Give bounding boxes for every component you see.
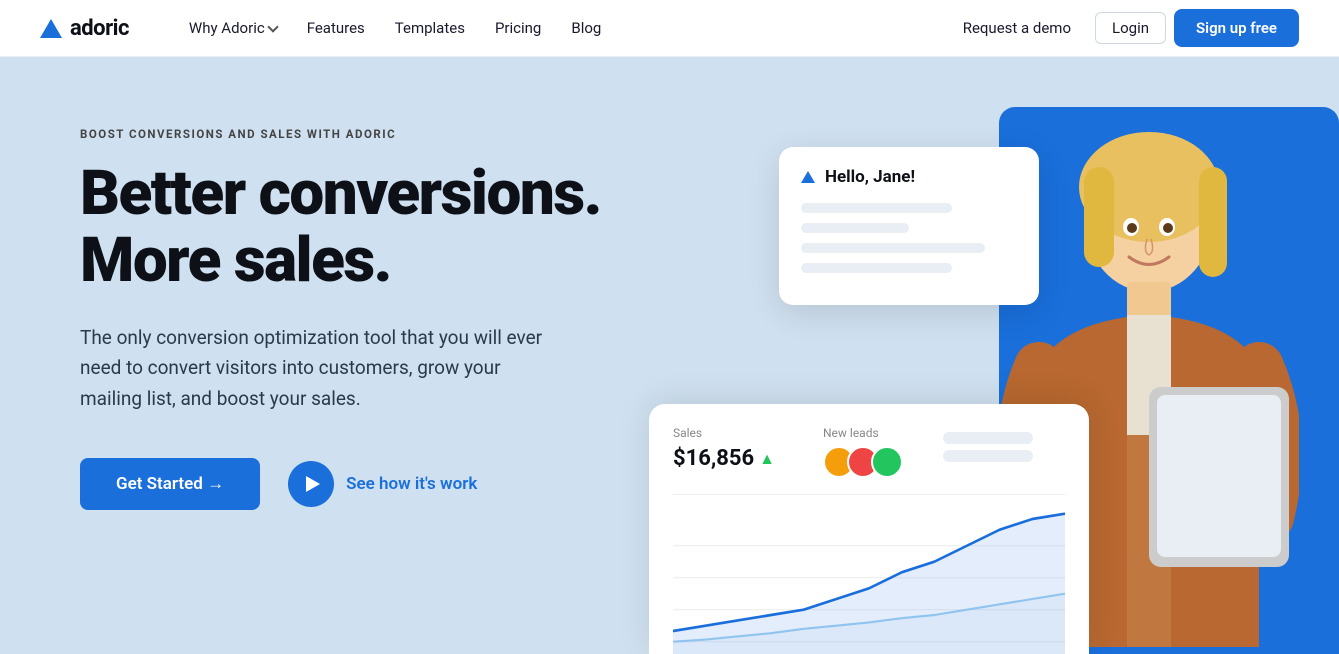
- card-hello-header: Hello, Jane!: [801, 167, 1017, 187]
- nav-links: Why Adoric Features Templates Pricing Bl…: [177, 13, 915, 43]
- new-leads-stat: New leads: [823, 426, 895, 478]
- hello-card: Hello, Jane!: [779, 147, 1039, 305]
- nav-item-why-adoric[interactable]: Why Adoric: [177, 13, 289, 43]
- sales-value: $16,856 ▲: [673, 446, 775, 471]
- line-chart: [673, 503, 1065, 654]
- stat-bar-2: [943, 450, 1033, 462]
- extra-stat: [943, 426, 1033, 478]
- card-placeholder-line-1: [801, 203, 952, 213]
- avatar-3: [871, 446, 903, 478]
- nav-item-templates[interactable]: Templates: [383, 13, 477, 43]
- hero-cta-buttons: Get Started → See how it's work: [80, 458, 728, 510]
- see-how-link[interactable]: See how it's work: [288, 461, 477, 507]
- new-leads-label: New leads: [823, 426, 895, 440]
- dashboard-card: Sales $16,856 ▲ New leads: [649, 404, 1089, 654]
- chart-divider: [673, 494, 1065, 495]
- request-demo-link[interactable]: Request a demo: [947, 13, 1087, 43]
- navigation: adoric Why Adoric Features Templates Pri…: [0, 0, 1339, 57]
- sales-stat: Sales $16,856 ▲: [673, 426, 775, 478]
- hero-left-content: Boost Conversions and Sales with Adoric …: [80, 117, 728, 654]
- dashboard-stats-row: Sales $16,856 ▲ New leads: [673, 426, 1065, 478]
- nav-item-pricing[interactable]: Pricing: [483, 13, 553, 43]
- avatar-group: [823, 446, 895, 478]
- sales-label: Sales: [673, 426, 775, 440]
- chevron-down-icon: [267, 21, 278, 32]
- card-placeholder-line-2: [801, 223, 909, 233]
- nav-item-features[interactable]: Features: [295, 13, 377, 43]
- hero-section: Boost Conversions and Sales with Adoric …: [0, 57, 1339, 654]
- adoric-small-logo-icon: [801, 171, 815, 183]
- play-triangle-icon: [306, 476, 320, 492]
- play-icon: [288, 461, 334, 507]
- hero-headline: Better conversions. More sales.: [80, 161, 728, 295]
- hero-tagline: Boost Conversions and Sales with Adoric: [80, 127, 728, 141]
- chart-svg: [673, 503, 1065, 654]
- login-link[interactable]: Login: [1095, 12, 1166, 44]
- card-placeholder-line-3: [801, 243, 985, 253]
- logo-text: adoric: [70, 16, 129, 41]
- signup-button[interactable]: Sign up free: [1174, 9, 1299, 47]
- stat-bar-1: [943, 432, 1033, 444]
- card-hello-greeting: Hello, Jane!: [825, 167, 915, 187]
- logo-triangle-icon: [40, 19, 62, 38]
- trend-up-icon: ▲: [759, 449, 775, 469]
- nav-item-blog[interactable]: Blog: [559, 13, 613, 43]
- card-placeholder-line-4: [801, 263, 952, 273]
- get-started-button[interactable]: Get Started →: [80, 458, 260, 510]
- logo-link[interactable]: adoric: [40, 16, 129, 41]
- hero-subtext: The only conversion optimization tool th…: [80, 323, 560, 414]
- hero-right-visual: Hello, Jane! Sales $16,856 ▲ New leads: [728, 117, 1259, 654]
- nav-right-actions: Request a demo Login Sign up free: [947, 9, 1299, 47]
